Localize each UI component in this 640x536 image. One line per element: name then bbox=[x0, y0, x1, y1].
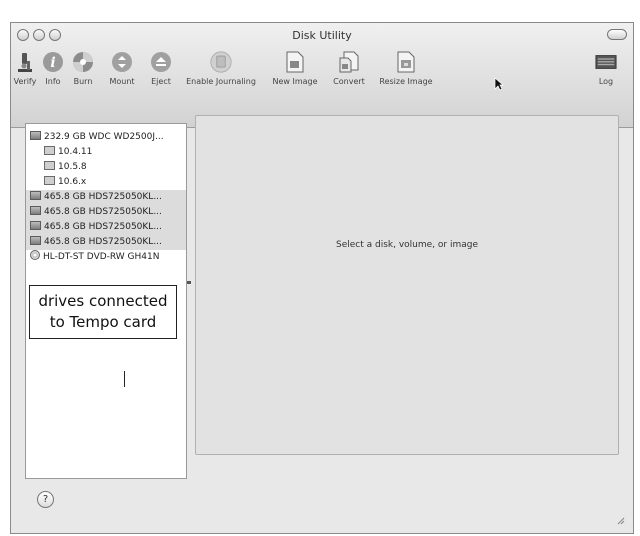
new-image-button[interactable]: New Image bbox=[267, 51, 323, 86]
hard-disk-icon bbox=[30, 221, 41, 230]
volume-icon bbox=[44, 176, 55, 185]
verify-label: Verify bbox=[13, 77, 37, 86]
new-image-label: New Image bbox=[272, 77, 318, 86]
new-image-icon bbox=[284, 51, 306, 73]
mount-icon bbox=[111, 51, 133, 73]
mount-label: Mount bbox=[109, 77, 135, 86]
convert-button[interactable]: Convert bbox=[327, 51, 371, 86]
volume-label: 10.6.x bbox=[58, 177, 87, 187]
hard-disk-icon bbox=[30, 131, 41, 140]
window-title: Disk Utility bbox=[292, 29, 352, 42]
convert-icon bbox=[338, 51, 360, 73]
device-row-disk[interactable]: 465.8 GB HDS725050KL... bbox=[26, 235, 186, 250]
toolbar-toggle-button[interactable] bbox=[607, 29, 627, 40]
mount-button[interactable]: Mount bbox=[105, 51, 139, 86]
svg-text:i: i bbox=[50, 55, 55, 71]
enable-journaling-button[interactable]: Enable Journaling bbox=[179, 51, 263, 86]
enable-journaling-label: Enable Journaling bbox=[186, 77, 256, 86]
device-label: 465.8 GB HDS725050KL... bbox=[44, 192, 162, 202]
callout-leader-line bbox=[124, 371, 125, 387]
info-button[interactable]: i Info bbox=[41, 51, 65, 86]
burn-label: Burn bbox=[73, 77, 93, 86]
volume-label: 10.4.11 bbox=[58, 147, 93, 157]
callout-line-1: drives connected bbox=[38, 292, 168, 310]
log-icon bbox=[595, 51, 617, 73]
log-label: Log bbox=[598, 77, 614, 86]
device-label: HL-DT-ST DVD-RW GH41N bbox=[43, 252, 160, 262]
info-icon: i bbox=[42, 51, 64, 73]
hard-disk-icon bbox=[30, 236, 41, 245]
resize-image-label: Resize Image bbox=[379, 77, 433, 86]
microscope-icon bbox=[14, 51, 36, 73]
empty-state-message: Select a disk, volume, or image bbox=[335, 240, 478, 250]
device-row-disk[interactable]: 465.8 GB HDS725050KL... bbox=[26, 205, 186, 220]
device-row-disk[interactable]: 465.8 GB HDS725050KL... bbox=[26, 220, 186, 235]
device-label: 465.8 GB HDS725050KL... bbox=[44, 237, 162, 247]
toolbar-area: Disk Utility Verify i Info Burn Mount Ej… bbox=[11, 23, 633, 128]
device-row-disk[interactable]: 465.8 GB HDS725050KL... bbox=[26, 190, 186, 205]
annotation-callout: drives connected to Tempo card bbox=[29, 285, 177, 339]
help-icon: ? bbox=[42, 494, 49, 505]
disk-utility-window: Disk Utility Verify i Info Burn Mount Ej… bbox=[10, 22, 634, 534]
detail-panel: Select a disk, volume, or image bbox=[195, 115, 619, 455]
volume-row[interactable]: 10.6.x bbox=[26, 175, 186, 190]
hard-disk-icon bbox=[30, 206, 41, 215]
volume-row[interactable]: 10.4.11 bbox=[26, 145, 186, 160]
volume-row[interactable]: 10.5.8 bbox=[26, 160, 186, 175]
resize-image-button[interactable]: Resize Image bbox=[373, 51, 439, 86]
volume-icon bbox=[44, 161, 55, 170]
device-row-disk[interactable]: 232.9 GB WDC WD2500J... bbox=[26, 130, 186, 145]
eject-button[interactable]: Eject bbox=[147, 51, 175, 86]
split-view-handle[interactable] bbox=[187, 281, 191, 284]
device-label: 465.8 GB HDS725050KL... bbox=[44, 207, 162, 217]
volume-icon bbox=[44, 146, 55, 155]
volume-label: 10.5.8 bbox=[58, 162, 87, 172]
mouse-pointer-icon bbox=[494, 76, 504, 95]
journaling-icon bbox=[210, 51, 232, 73]
eject-label: Eject bbox=[151, 77, 171, 86]
resize-grip-icon[interactable] bbox=[617, 510, 625, 529]
hard-disk-icon bbox=[30, 191, 41, 200]
device-label: 465.8 GB HDS725050KL... bbox=[44, 222, 162, 232]
info-label: Info bbox=[45, 77, 61, 86]
convert-label: Convert bbox=[333, 77, 365, 86]
device-row-optical[interactable]: HL-DT-ST DVD-RW GH41N bbox=[26, 250, 186, 265]
device-label: 232.9 GB WDC WD2500J... bbox=[44, 132, 164, 142]
burn-button[interactable]: Burn bbox=[69, 51, 97, 86]
log-button[interactable]: Log bbox=[593, 51, 619, 86]
callout-line-2: to Tempo card bbox=[49, 313, 157, 331]
burn-icon bbox=[72, 51, 94, 73]
resize-image-icon bbox=[395, 51, 417, 73]
eject-icon bbox=[150, 51, 172, 73]
help-button[interactable]: ? bbox=[37, 491, 54, 508]
optical-drive-icon bbox=[30, 250, 40, 260]
verify-button[interactable]: Verify bbox=[13, 51, 37, 86]
